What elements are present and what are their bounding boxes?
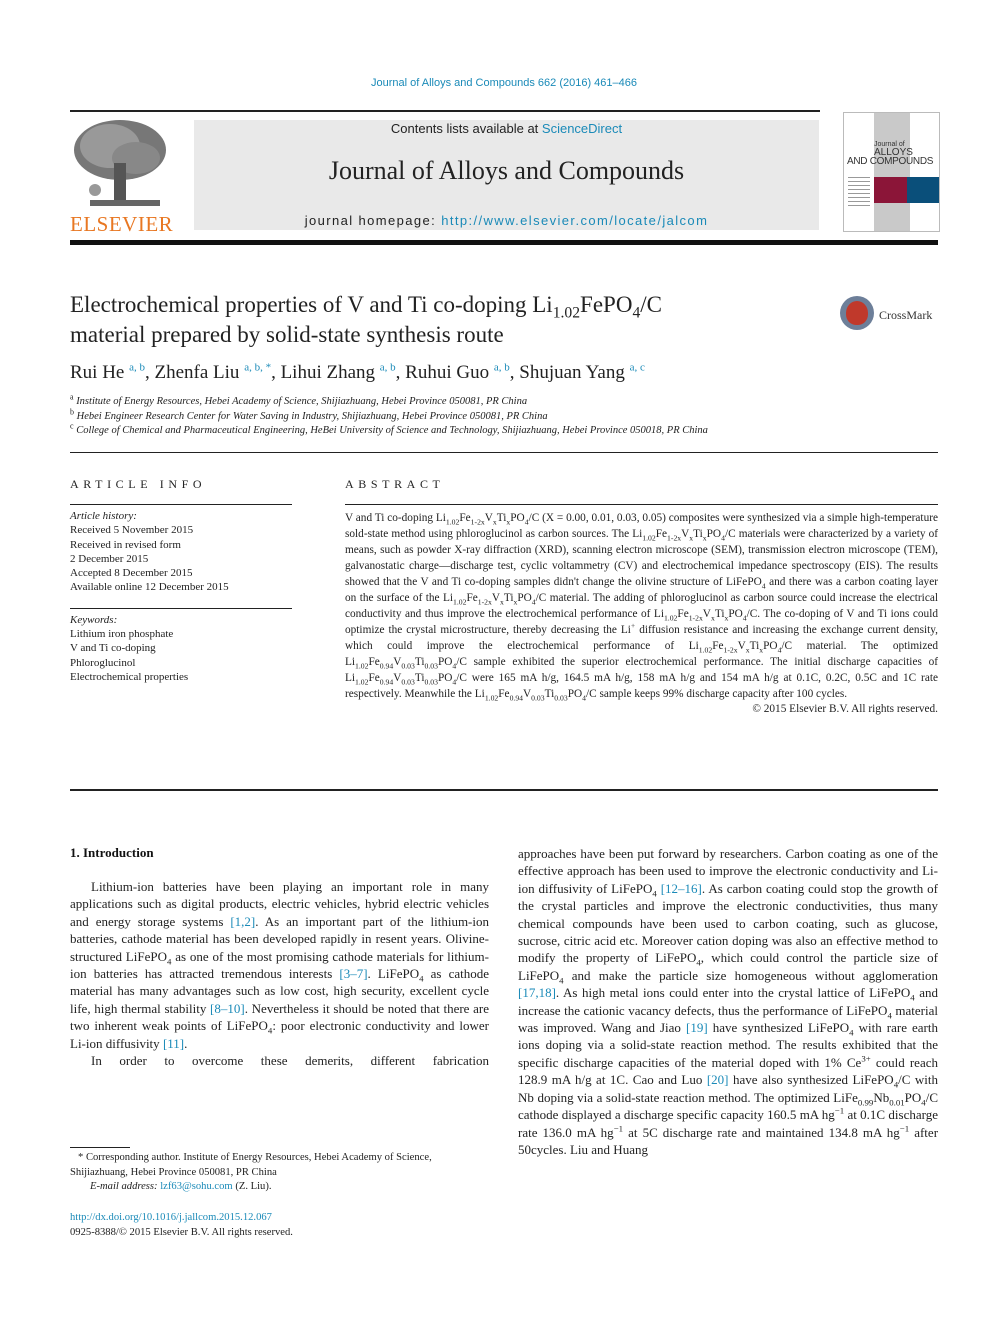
article-info-rule xyxy=(70,504,292,505)
author-affil[interactable]: a, b xyxy=(129,362,145,374)
body-column-left: 1. Introduction Lithium-ion batteries ha… xyxy=(70,845,489,1070)
elsevier-tree-icon xyxy=(70,118,170,210)
title-line-2: material prepared by solid-state synthes… xyxy=(70,322,504,347)
ref-link[interactable]: [20] xyxy=(707,1072,729,1087)
footnote-rule xyxy=(70,1147,130,1148)
affiliation-key: c xyxy=(70,421,74,431)
author-name[interactable]: Lihui Zhang xyxy=(281,362,375,383)
history-item: 2 December 2015 xyxy=(70,552,149,565)
affiliation-key: a xyxy=(70,392,74,402)
affiliation-item: a Institute of Energy Resources, Hebei A… xyxy=(70,392,708,410)
history-item: Received in revised form xyxy=(70,538,181,551)
cover-blue-block xyxy=(907,177,939,203)
intro-paragraph-2: approaches have been put forward by rese… xyxy=(518,846,939,1157)
affiliation-text: Institute of Energy Resources, Hebei Aca… xyxy=(76,396,528,407)
homepage-prefix: journal homepage: xyxy=(304,213,442,228)
header-rule xyxy=(70,110,820,112)
citation-link[interactable]: Journal of Alloys and Compounds 662 (201… xyxy=(371,77,637,89)
author-name[interactable]: Shujuan Yang xyxy=(519,362,625,383)
abstract-divider xyxy=(70,789,938,791)
affiliation-item: c College of Chemical and Pharmaceutical… xyxy=(70,421,708,439)
elsevier-wordmark: ELSEVIER xyxy=(70,212,174,236)
abstract-copyright: © 2015 Elsevier B.V. All rights reserved… xyxy=(752,703,938,715)
keyword-item: Phloroglucinol xyxy=(70,656,136,669)
journal-title: Journal of Alloys and Compounds xyxy=(328,156,685,185)
homepage-link[interactable]: http://www.elsevier.com/locate/jalcom xyxy=(441,213,708,228)
keywords: Keywords: Lithium iron phosphate V and T… xyxy=(70,613,292,684)
elsevier-logo: ELSEVIER xyxy=(70,118,173,236)
section-heading-introduction: 1. Introduction xyxy=(70,845,154,860)
history-label: Article history: xyxy=(70,510,137,522)
sciencedirect-link[interactable]: ScienceDirect xyxy=(542,121,622,136)
title-subscript: 1.02 xyxy=(552,304,581,322)
keyword-item: Electrochemical properties xyxy=(70,670,189,683)
cover-red-block xyxy=(874,177,907,203)
email-note: E-mail address: lzf63@sohu.com (Z. Liu). xyxy=(70,1180,490,1195)
keyword-item: Lithium iron phosphate xyxy=(70,628,174,641)
affiliation-text: Hebei Engineer Research Center for Water… xyxy=(76,410,548,422)
article-info: ARTICLE INFO Article history: Received 5… xyxy=(70,477,292,684)
author-name[interactable]: Ruhui Guo xyxy=(405,362,489,383)
doi-link[interactable]: http://dx.doi.org/10.1016/j.jallcom.2015… xyxy=(70,1212,272,1223)
crossmark-icon xyxy=(840,296,874,330)
history-item: Available online 12 December 2015 xyxy=(70,581,229,594)
intro-paragraph-2-start: In order to overcome these demerits, dif… xyxy=(91,1053,489,1069)
author-list: Rui He a, b, Zhenfa Liu a, b, *, Lihui Z… xyxy=(70,361,645,383)
history-item: Received 5 November 2015 xyxy=(70,524,194,537)
crossmark-badge[interactable]: CrossMark xyxy=(840,296,940,336)
cover-band xyxy=(874,113,910,231)
abstract-rule xyxy=(345,504,938,505)
body-column-right: approaches have been put forward by rese… xyxy=(518,845,938,1158)
affiliation-text: College of Chemical and Pharmaceutical E… xyxy=(76,425,708,436)
history-item: Accepted 8 December 2015 xyxy=(70,567,193,580)
crossmark-label: CrossMark xyxy=(879,308,933,322)
contents-line: Contents lists available at ScienceDirec… xyxy=(194,121,819,136)
ref-link[interactable]: [8–10] xyxy=(210,1001,245,1016)
email-suffix: (Z. Liu). xyxy=(232,1181,272,1192)
ref-link[interactable]: [11] xyxy=(163,1036,184,1051)
journal-banner: Contents lists available at ScienceDirec… xyxy=(194,120,819,230)
abstract-heading: ABSTRACT xyxy=(345,477,445,491)
affiliation-item: b Hebei Engineer Research Center for Wat… xyxy=(70,407,708,425)
title-text: FePO xyxy=(580,292,633,317)
journal-cover-thumbnail[interactable]: Journal of ALLOYS AND COMPOUNDS xyxy=(843,112,940,232)
ref-link[interactable]: [1,2] xyxy=(230,914,255,929)
email-link[interactable]: lzf63@sohu.com xyxy=(160,1181,232,1192)
title-text: /C xyxy=(640,292,662,317)
title-text: Electrochemical properties of V and Ti c… xyxy=(70,292,553,317)
article-title: Electrochemical properties of V and Ti c… xyxy=(70,290,790,350)
author-affil[interactable]: a, b, * xyxy=(244,362,271,374)
author-affil[interactable]: a, c xyxy=(630,362,645,374)
author-affil[interactable]: a, b xyxy=(380,362,396,374)
footnotes: * Corresponding author. Institute of Ene… xyxy=(70,1151,490,1195)
cover-text-lines xyxy=(848,177,870,209)
ref-link[interactable]: [19] xyxy=(686,1020,708,1035)
intro-paragraph-1: Lithium-ion batteries have been playing … xyxy=(70,879,490,1051)
keywords-rule xyxy=(70,607,292,609)
abstract-body: V and Ti co-doping Li1.02Fe1-2xVxTixPO4/… xyxy=(345,512,939,703)
affiliations-divider xyxy=(70,452,938,453)
article-info-heading: ARTICLE INFO xyxy=(70,477,207,491)
ref-link[interactable]: [3–7] xyxy=(339,966,367,981)
ref-link[interactable]: [12–16] xyxy=(661,881,702,896)
affiliation-key: b xyxy=(70,407,74,416)
keyword-item: V and Ti co-doping xyxy=(70,642,156,655)
author-name[interactable]: Zhenfa Liu xyxy=(155,362,240,383)
doi-block: http://dx.doi.org/10.1016/j.jallcom.2015… xyxy=(70,1211,293,1240)
contents-prefix: Contents lists available at xyxy=(390,121,542,136)
journal-citation[interactable]: Journal of Alloys and Compounds 662 (201… xyxy=(0,77,992,89)
article-history: Article history: Received 5 November 201… xyxy=(70,509,292,595)
affiliations: a Institute of Energy Resources, Hebei A… xyxy=(70,392,708,439)
cover-line3: AND COMPOUNDS xyxy=(847,156,934,167)
author-name[interactable]: Rui He xyxy=(70,362,124,383)
email-label: E-mail address: xyxy=(90,1181,161,1192)
corresponding-author-note: * Corresponding author. Institute of Ene… xyxy=(70,1152,432,1178)
author-affil[interactable]: a, b xyxy=(494,362,510,374)
keywords-label: Keywords: xyxy=(70,613,118,626)
journal-homepage: journal homepage: http://www.elsevier.co… xyxy=(194,213,819,228)
issn-copyright: 0925-8388/© 2015 Elsevier B.V. All right… xyxy=(70,1226,293,1238)
header-thick-rule xyxy=(70,240,938,245)
abstract-section: ABSTRACT V and Ti co-doping Li1.02Fe1-2x… xyxy=(345,477,938,715)
ref-link[interactable]: [17,18] xyxy=(518,985,556,1000)
